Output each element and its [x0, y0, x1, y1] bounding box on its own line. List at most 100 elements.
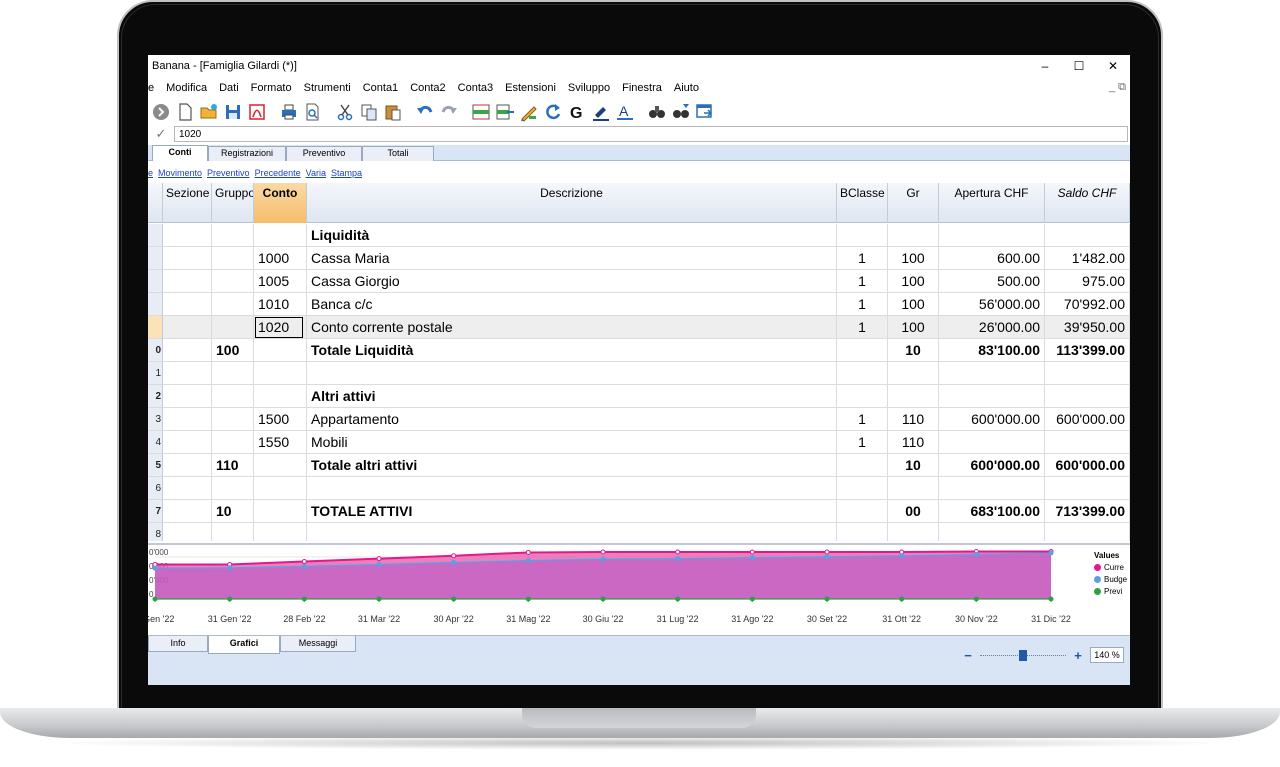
cell-gr[interactable]: 110 — [888, 431, 939, 454]
delete-row-icon[interactable] — [494, 101, 516, 123]
cell-gruppo[interactable] — [212, 362, 254, 385]
cell-value-input[interactable] — [174, 126, 1128, 142]
cell-saldo[interactable] — [1045, 224, 1130, 247]
cut-icon[interactable] — [334, 101, 356, 123]
cell-sezione[interactable] — [163, 408, 212, 431]
forward-icon[interactable] — [150, 101, 172, 123]
cell-apertura[interactable]: 683'100.00 — [939, 500, 1045, 523]
cell-sezione[interactable] — [163, 523, 212, 541]
cell-apertura[interactable] — [939, 224, 1045, 247]
open-file-icon[interactable] — [198, 101, 220, 123]
table-row[interactable]: 1000 Cassa Maria 1 100 600.00 1'482.00 — [148, 247, 1130, 270]
cell-conto[interactable] — [254, 454, 307, 477]
menu-item-conta3[interactable]: Conta3 — [452, 82, 499, 94]
menu-item-e[interactable]: e — [148, 82, 160, 94]
cell-apertura[interactable]: 600.00 — [939, 247, 1045, 270]
cell-conto[interactable]: 1000 — [254, 247, 307, 270]
cell-gr[interactable]: 100 — [888, 316, 939, 339]
table-row[interactable]: 6 — [148, 477, 1130, 500]
highlight-icon[interactable] — [590, 101, 612, 123]
find-icon[interactable] — [646, 101, 668, 123]
tab-preventivo[interactable]: Preventivo — [286, 146, 362, 161]
tab-grafici[interactable]: Grafici — [208, 636, 280, 654]
cell-sezione[interactable] — [163, 339, 212, 362]
cell-descrizione[interactable] — [307, 362, 837, 385]
cell-saldo[interactable] — [1045, 431, 1130, 454]
cell-descrizione[interactable] — [307, 523, 837, 541]
cell-bclasse[interactable]: 1 — [837, 247, 888, 270]
cell-gr[interactable] — [888, 362, 939, 385]
zoom-out-icon[interactable]: − — [960, 648, 976, 663]
table-row[interactable]: 8 — [148, 523, 1130, 541]
cell-apertura[interactable]: 26'000.00 — [939, 316, 1045, 339]
zoom-in-icon[interactable]: + — [1070, 648, 1086, 663]
zoom-level[interactable]: 140 % — [1090, 647, 1124, 663]
tab-conti[interactable]: Conti — [152, 145, 208, 161]
cell-conto[interactable] — [254, 477, 307, 500]
cell-saldo[interactable]: 975.00 — [1045, 270, 1130, 293]
cell-apertura[interactable]: 83'100.00 — [939, 339, 1045, 362]
edit-icon[interactable] — [518, 101, 540, 123]
minimize-button[interactable]: – — [1028, 55, 1062, 77]
cell-gruppo[interactable] — [212, 477, 254, 500]
cell-conto[interactable] — [254, 339, 307, 362]
header-conto[interactable]: Conto — [254, 183, 307, 223]
table-row[interactable]: 3 1500 Appartamento 1 110 600'000.00 600'000.0… — [148, 408, 1130, 431]
cell-gr[interactable]: 110 — [888, 408, 939, 431]
cell-gruppo[interactable] — [212, 523, 254, 541]
cell-sezione[interactable] — [163, 431, 212, 454]
menu-item-finestra[interactable]: Finestra — [616, 82, 668, 94]
legend-item-previous[interactable]: Previ — [1094, 587, 1130, 596]
cell-apertura[interactable] — [939, 385, 1045, 408]
table-row[interactable]: 7 10 TOTALE ATTIVI 00 683'100.00 713'399.00 — [148, 500, 1130, 523]
cell-gruppo[interactable]: 110 — [212, 454, 254, 477]
legend-item-current[interactable]: Curre — [1094, 563, 1130, 572]
cell-conto[interactable]: 1010 — [254, 293, 307, 316]
cell-apertura[interactable] — [939, 523, 1045, 541]
refresh-icon[interactable] — [542, 101, 564, 123]
cell-descrizione[interactable]: TOTALE ATTIVI — [307, 500, 837, 523]
menu-item-modifica[interactable]: Modifica — [160, 82, 213, 94]
cell-saldo[interactable] — [1045, 477, 1130, 500]
table-row[interactable]: 5 110 Totale altri attivi 10 600'000.00 600'0… — [148, 454, 1130, 477]
cell-gr[interactable] — [888, 477, 939, 500]
pdf-icon[interactable] — [246, 101, 268, 123]
header-gr[interactable]: Gr — [888, 183, 939, 223]
cell-sezione[interactable] — [163, 316, 212, 339]
find-replace-icon[interactable] — [670, 101, 692, 123]
cell-bclasse[interactable] — [837, 477, 888, 500]
cell-saldo[interactable] — [1045, 362, 1130, 385]
cell-bclasse[interactable] — [837, 224, 888, 247]
maximize-button[interactable]: ☐ — [1062, 55, 1096, 77]
copy-icon[interactable] — [358, 101, 380, 123]
header-gruppo[interactable]: Gruppo — [212, 183, 254, 223]
cell-sezione[interactable] — [163, 293, 212, 316]
menu-item-strumenti[interactable]: Strumenti — [298, 82, 357, 94]
menu-item-aiuto[interactable]: Aiuto — [668, 82, 705, 94]
cell-apertura[interactable] — [939, 477, 1045, 500]
link-precedente[interactable]: Precedente — [255, 168, 301, 178]
link-varia[interactable]: Varia — [306, 168, 326, 178]
close-button[interactable]: ✕ — [1096, 55, 1130, 77]
cell-gruppo[interactable] — [212, 431, 254, 454]
cell-apertura[interactable]: 500.00 — [939, 270, 1045, 293]
cell-descrizione[interactable]: Mobili — [307, 431, 837, 454]
cell-descrizione[interactable]: Liquidità — [307, 224, 837, 247]
cell-sezione[interactable] — [163, 270, 212, 293]
cell-saldo[interactable]: 113'399.00 — [1045, 339, 1130, 362]
cell-gr[interactable] — [888, 523, 939, 541]
cell-gr[interactable]: 10 — [888, 339, 939, 362]
cell-bclasse[interactable] — [837, 385, 888, 408]
cell-descrizione[interactable]: Conto corrente postale — [307, 316, 837, 339]
cell-saldo[interactable]: 70'992.00 — [1045, 293, 1130, 316]
cell-conto[interactable]: 1005 — [254, 270, 307, 293]
link-stampa[interactable]: Stampa — [331, 168, 362, 178]
tab-info[interactable]: Info — [148, 636, 208, 652]
header-sezione[interactable]: Sezione — [163, 183, 212, 223]
active-cell-cursor[interactable] — [255, 317, 303, 338]
cell-gr[interactable]: 100 — [888, 247, 939, 270]
redo-icon[interactable] — [438, 101, 460, 123]
cell-bclasse[interactable]: 1 — [837, 316, 888, 339]
cell-saldo[interactable]: 713'399.00 — [1045, 500, 1130, 523]
cell-gr[interactable]: 100 — [888, 270, 939, 293]
